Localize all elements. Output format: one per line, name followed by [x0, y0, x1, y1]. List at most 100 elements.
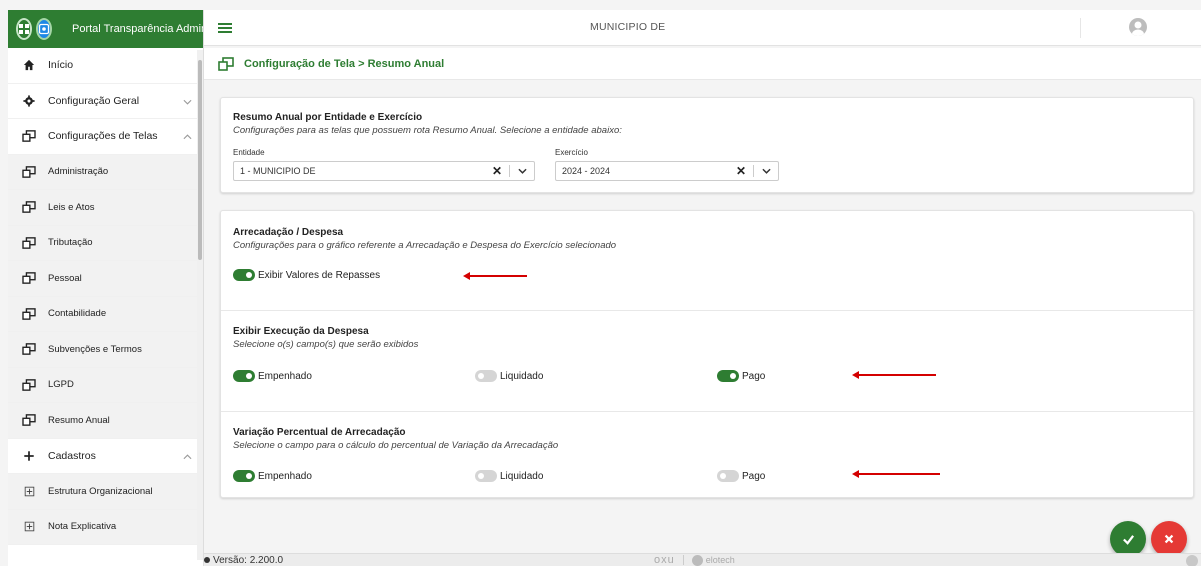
footer: Versão: 2.200.0 oxu elotech: [204, 553, 1201, 566]
sidebar-item-leis-e-atos[interactable]: Leis e Atos: [8, 190, 203, 226]
sidebar-item-resumo-anual[interactable]: Resumo Anual: [8, 403, 203, 439]
sidebar-item-label: Administração: [48, 166, 109, 178]
save-button[interactable]: [1110, 521, 1146, 557]
sidebar-item-pessoal[interactable]: Pessoal: [8, 261, 203, 297]
elotech-logo-icon: [691, 554, 703, 566]
sidebar-item-label: Configuração Geral: [48, 94, 140, 107]
sidebar-item-label: Início: [48, 59, 74, 72]
brand-elotech: elotech: [705, 555, 735, 565]
topbar-divider: [1080, 18, 1081, 38]
chevron-down-icon[interactable]: [516, 168, 528, 174]
chevron-down-icon[interactable]: [183, 96, 193, 106]
toggle-label: Pago: [742, 370, 766, 382]
entidade-select[interactable]: 1 - MUNICIPIO DE ✕: [233, 161, 535, 181]
toggle-label: Empenhado: [258, 470, 312, 482]
municipality-name: MUNICIPIO DE: [590, 21, 739, 34]
entidade-value: 1 - MUNICIPIO DE: [240, 166, 316, 176]
window-icon: [22, 236, 36, 250]
sidebar-item-configuracoes-de-telas[interactable]: Configurações de Telas: [8, 119, 203, 155]
sidebar-item-label: LGPD: [48, 379, 74, 391]
chart-settings-card: Arrecadação / Despesa Configurações para…: [220, 210, 1194, 498]
clear-icon[interactable]: ✕: [491, 164, 503, 178]
toggle-switch[interactable]: [717, 370, 739, 382]
sidebar-item-contabilidade[interactable]: Contabilidade: [8, 296, 203, 332]
scroll-top-button[interactable]: [1186, 555, 1198, 566]
home-icon: [22, 58, 36, 72]
window-icon: [22, 129, 36, 143]
plus-icon: [22, 449, 36, 463]
sidebar-item-tributacao[interactable]: Tributação: [8, 225, 203, 261]
execucao-option-empenhado[interactable]: Empenhado: [233, 370, 312, 382]
execucao-option-liquidado[interactable]: Liquidado: [475, 370, 543, 382]
sidebar-item-inicio[interactable]: Início: [8, 48, 203, 84]
chevron-up-icon[interactable]: [183, 131, 193, 141]
version-label: Versão: 2.200.0: [213, 554, 284, 566]
execucao-header: Exibir Execução da Despesa Selecione o(s…: [233, 326, 1181, 350]
brand-oxu: oxu: [654, 554, 675, 566]
toggle-label: Exibir Valores de Repasses: [258, 269, 381, 281]
window-icon: [22, 200, 36, 214]
section-title: Resumo Anual por Entidade e Exercício: [233, 112, 423, 123]
toggle-switch[interactable]: [233, 269, 255, 281]
toggle-switch[interactable]: [475, 370, 497, 382]
toggle-switch[interactable]: [475, 470, 497, 482]
chevron-up-icon[interactable]: [183, 451, 193, 461]
sidebar-item-label: Leis e Atos: [48, 201, 95, 213]
variacao-option-liquidado[interactable]: Liquidado: [475, 470, 543, 482]
redacted-name: [668, 21, 739, 34]
top-bar: MUNICIPIO DE: [204, 10, 1201, 46]
chevron-down-icon[interactable]: [760, 168, 772, 174]
clear-icon[interactable]: ✕: [735, 164, 747, 178]
sidebar-item-estrutura-organizacional[interactable]: Estrutura Organizacional: [8, 474, 203, 510]
menu-toggle-icon[interactable]: [218, 22, 232, 33]
window-icon: [22, 413, 36, 427]
window-icon: [22, 307, 36, 321]
resumo-header: Resumo Anual por Entidade e Exercício Co…: [233, 112, 1181, 136]
toggle-switch[interactable]: [717, 470, 739, 482]
gear-icon: [22, 94, 36, 108]
window-icon: [22, 271, 36, 285]
exercicio-value: 2024 - 2024: [562, 166, 611, 176]
toggle-switch[interactable]: [233, 470, 255, 482]
annotation-arrow: [852, 470, 940, 478]
toggle-label: Pago: [742, 470, 766, 482]
sidebar-item-label: Tributação: [48, 237, 93, 249]
sidebar-item-label: Configurações de Telas: [48, 130, 158, 143]
variacao-header: Variação Percentual de Arrecadação Selec…: [233, 427, 1181, 451]
sidebar-scrollbar[interactable]: [197, 50, 203, 560]
cancel-button[interactable]: [1151, 521, 1187, 557]
toggle-label: Empenhado: [258, 370, 312, 382]
toggle-switch[interactable]: [233, 370, 255, 382]
sidebar-item-administracao[interactable]: Administração: [8, 154, 203, 190]
sidebar-item-nota-explicativa[interactable]: Nota Explicativa: [8, 509, 203, 545]
app-grid-icon[interactable]: [16, 18, 32, 40]
sidebar-item-label: Resumo Anual: [48, 414, 110, 426]
annotation-arrow: [852, 371, 936, 379]
section-title: Exibir Execução da Despesa: [233, 326, 369, 337]
municipality-label: MUNICIPIO DE: [590, 21, 666, 34]
status-dot-icon: [204, 557, 210, 563]
sidebar-item-configuracao-geral[interactable]: Configuração Geral: [8, 84, 203, 119]
page-title: Configuração de Tela > Resumo Anual: [244, 57, 445, 70]
check-icon: [1122, 534, 1134, 545]
window-icon: [22, 165, 36, 179]
exercicio-select[interactable]: 2024 - 2024 ✕: [555, 161, 779, 181]
sidebar-item-cadastros[interactable]: Cadastros: [8, 439, 203, 474]
execucao-option-pago[interactable]: Pago: [717, 370, 765, 382]
sidebar-item-lgpd[interactable]: LGPD: [8, 367, 203, 403]
sidebar-item-label: Estrutura Organizacional: [48, 485, 153, 497]
user-avatar-icon[interactable]: [1129, 18, 1147, 36]
variacao-option-pago[interactable]: Pago: [717, 470, 765, 482]
repasses-toggle[interactable]: Exibir Valores de Repasses: [233, 269, 380, 281]
toggle-label: Liquidado: [500, 470, 544, 482]
sidebar-item-label: Subvenções e Termos: [48, 343, 142, 355]
sidebar-item-label: Contabilidade: [48, 308, 107, 320]
entidade-label: Entidade: [233, 148, 265, 157]
sidebar-item-subvencoes-e-termos[interactable]: Subvenções e Termos: [8, 332, 203, 368]
section-description: Selecione o campo para o cálculo do perc…: [233, 440, 559, 451]
variacao-option-empenhado[interactable]: Empenhado: [233, 470, 312, 482]
section-description: Selecione o(s) campo(s) que serão exibid…: [233, 339, 419, 350]
section-title: Arrecadação / Despesa: [233, 227, 344, 238]
resumo-anual-card: Resumo Anual por Entidade e Exercício Co…: [220, 97, 1194, 193]
brand-logos: oxu elotech: [654, 554, 735, 566]
